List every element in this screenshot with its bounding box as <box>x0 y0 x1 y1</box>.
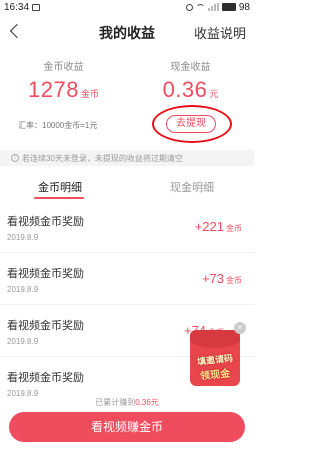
invite-code-promo[interactable]: 填邀请码 领现金 × <box>182 322 248 390</box>
record-title: 看视频金币奖励 <box>7 268 84 280</box>
wifi-icon <box>195 3 205 11</box>
battery-level: 98 <box>238 1 250 13</box>
total-earned-note: 已累计赚到0.36元 <box>0 397 254 408</box>
list-item[interactable]: 看视频金币奖励 2019.8.9 +73 金币 <box>0 255 254 305</box>
coin-earnings-label: 金币收益 <box>43 62 84 73</box>
expiry-notice: ! 若连续30天未登录，未提现的收益将过期清空 <box>0 150 254 166</box>
back-arrow-icon[interactable] <box>5 20 25 42</box>
total-earned-prefix: 已累计赚到 <box>95 398 136 407</box>
record-unit: 金币 <box>226 224 242 233</box>
exchange-rate: 汇率：10000金币=1元 <box>18 121 98 130</box>
record-date: 2019.8.9 <box>7 233 39 242</box>
gallery-icon <box>32 3 41 11</box>
cash-earnings-block: 现金收益 0.36 元 <box>127 58 254 103</box>
expiry-notice-text: 若连续30天未登录，未提现的收益将过期清空 <box>22 153 183 163</box>
cash-earnings-unit: 元 <box>209 89 219 99</box>
status-bar: 16:34 98 <box>0 0 254 14</box>
battery-icon <box>221 3 236 11</box>
active-tab-indicator <box>34 197 84 199</box>
watch-video-earn-button[interactable]: 看视频赚金币 <box>9 412 245 442</box>
record-unit: 金币 <box>226 276 242 285</box>
cash-earnings-label: 现金收益 <box>170 62 211 73</box>
coin-earnings-value: 1278 <box>28 77 79 102</box>
coin-earnings-unit: 金币 <box>80 89 99 99</box>
total-earned-value: 0.36元 <box>135 398 159 407</box>
close-icon[interactable]: × <box>234 322 246 334</box>
alarm-icon <box>185 3 193 11</box>
record-date: 2019.8.9 <box>7 285 39 294</box>
coin-earnings-block: 金币收益 1278 金币 <box>0 58 127 103</box>
record-title: 看视频金币奖励 <box>7 320 84 332</box>
record-date: 2019.8.9 <box>7 337 39 346</box>
tab-cash-details[interactable]: 现金明细 <box>164 179 220 195</box>
signal-icon <box>207 3 219 11</box>
list-item[interactable]: 看视频金币奖励 2019.8.9 +221 金币 <box>0 203 254 253</box>
nav-bar: 我的收益 收益说明 <box>0 16 254 46</box>
record-amount: +221 <box>194 219 224 234</box>
cash-earnings-value: 0.36 <box>162 77 208 102</box>
earnings-explanation-link[interactable]: 收益说明 <box>194 23 246 42</box>
withdraw-button[interactable]: 去提现 <box>166 115 216 133</box>
record-amount: +73 <box>201 271 224 286</box>
status-time: 16:34 <box>4 1 30 13</box>
info-icon: ! <box>11 154 19 162</box>
detail-tabs: 金币明细 现金明细 <box>0 175 254 199</box>
envelope-flap <box>190 330 240 348</box>
tab-coin-details[interactable]: 金币明细 <box>32 179 88 195</box>
earnings-summary: 金币收益 1278 金币 现金收益 0.36 元 汇率：10000金币=1元 <box>0 58 254 142</box>
record-title: 看视频金币奖励 <box>7 372 84 384</box>
record-title: 看视频金币奖励 <box>7 216 84 228</box>
